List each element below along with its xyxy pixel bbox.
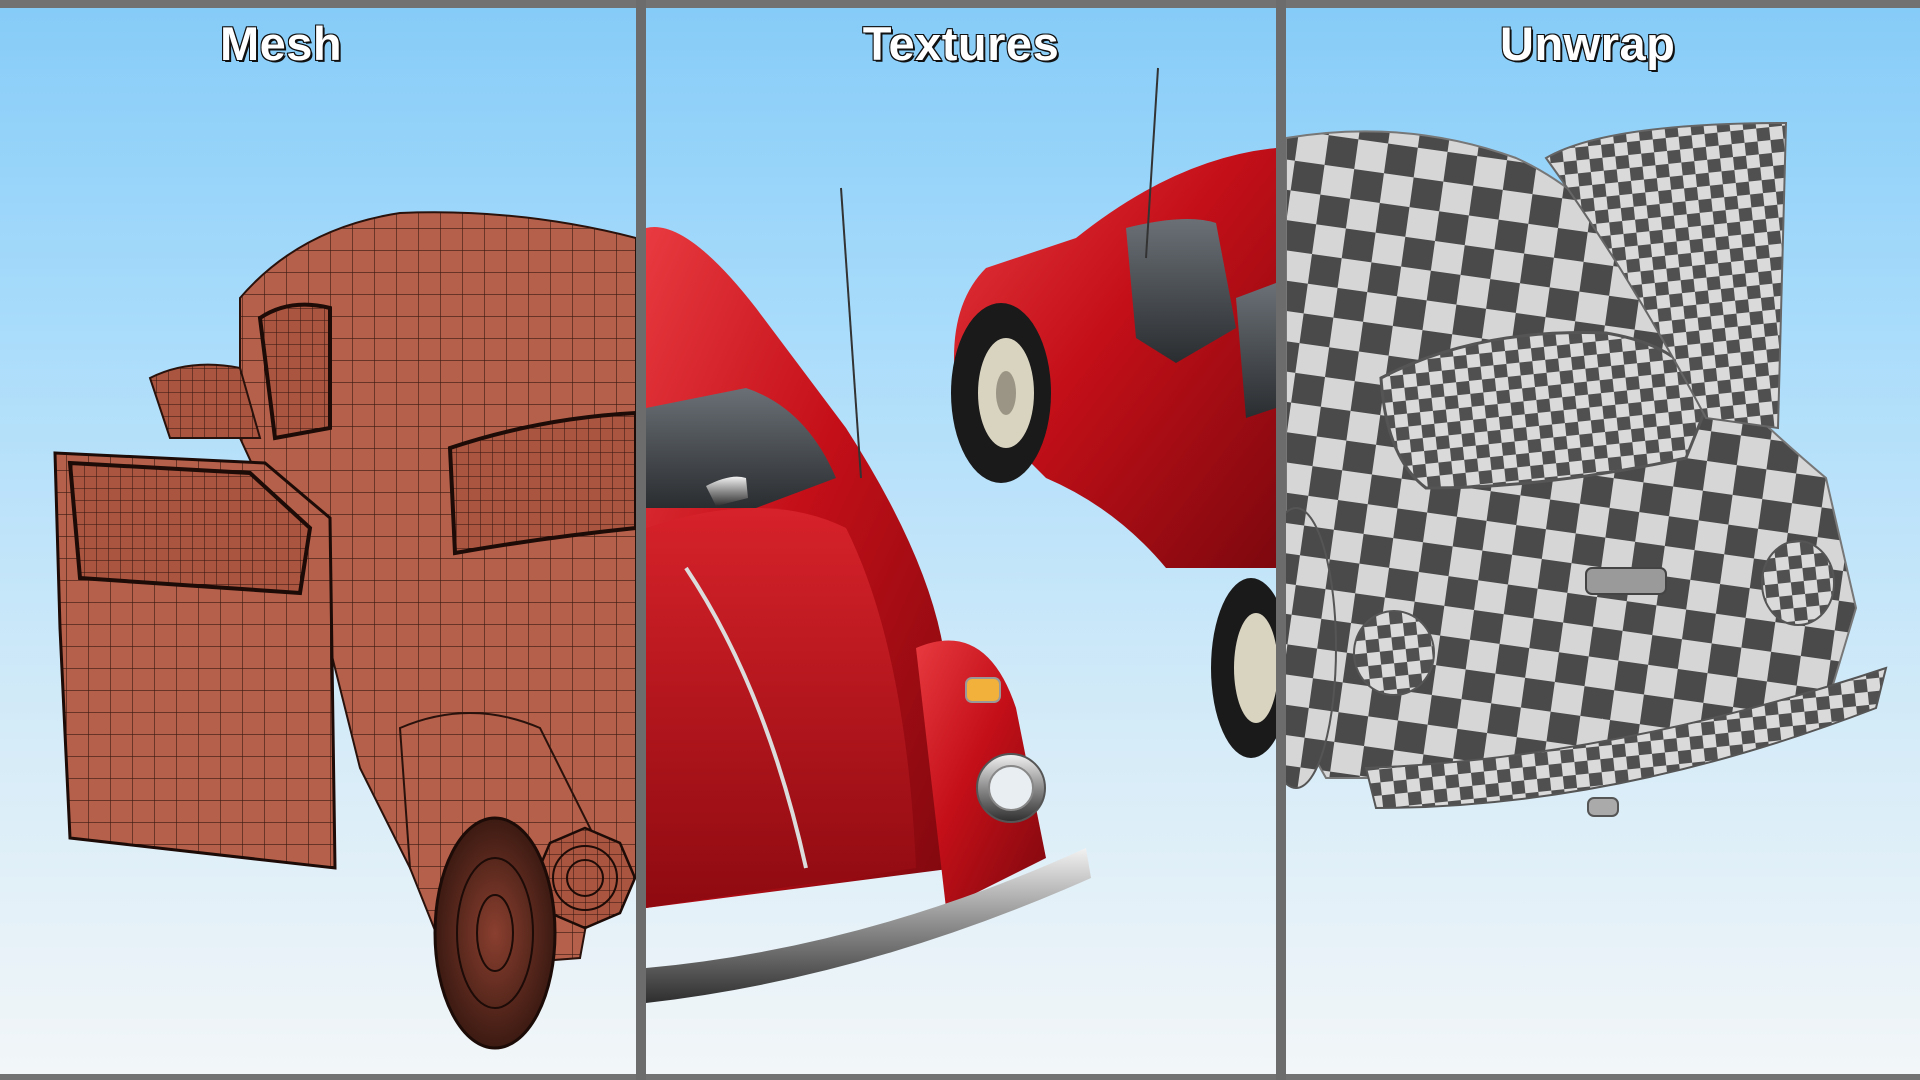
mesh-panel-title: Mesh [219,16,343,71]
textured-cars-render [646,67,1276,1003]
unwrap-car-render [1286,121,1888,817]
unwrap-panel: Unwrap [1286,8,1920,1074]
unwrap-panel-title: Unwrap [1499,16,1676,71]
mesh-panel: Mesh [0,8,636,1074]
composite-frame: Mesh Textures Unwrap [0,0,1920,1080]
textures-panel-title: Textures [862,16,1060,71]
divider-right [1276,0,1286,1080]
textures-panel: Textures [646,8,1276,1074]
mesh-car-render [53,211,636,1050]
divider-left [636,0,646,1080]
